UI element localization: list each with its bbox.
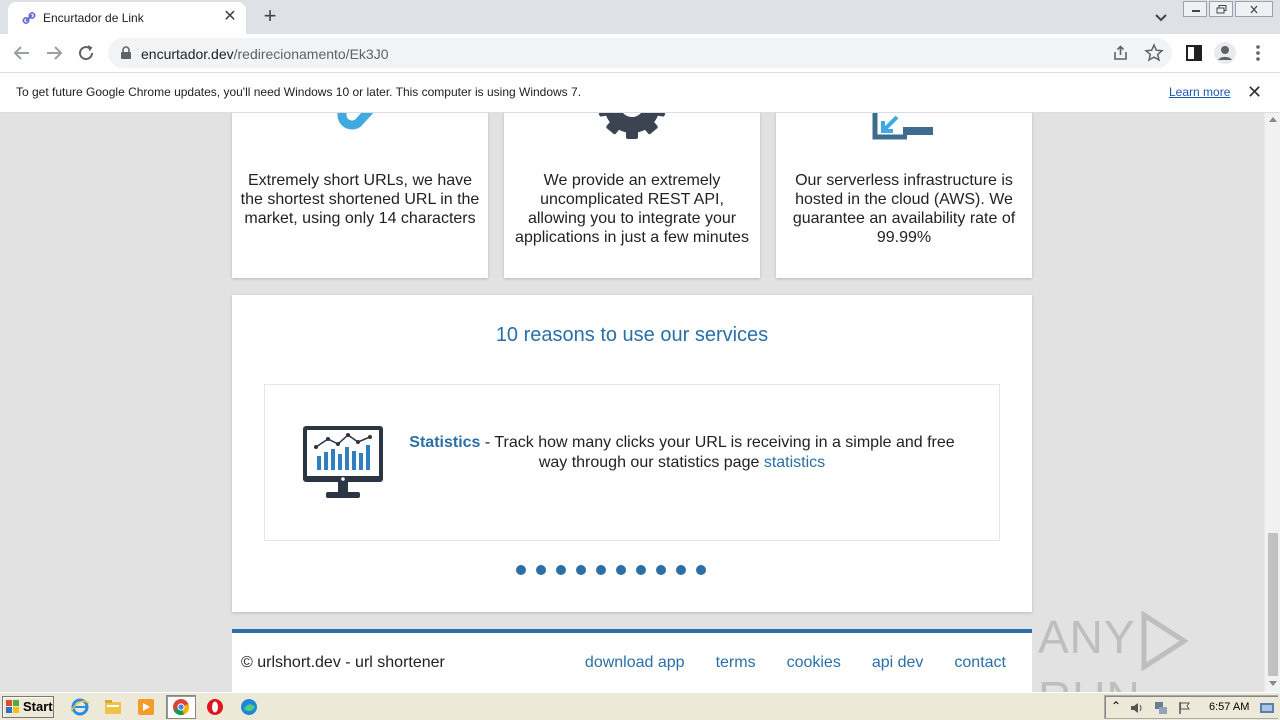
chevron-down-icon[interactable] [1150,6,1172,28]
feature-text: We provide an extremely uncomplicated RE… [515,172,749,246]
clock: 6:57 AM [1209,701,1250,713]
forward-icon[interactable] [42,41,66,65]
system-tray: ⌃ 6:57 AM [1104,695,1278,719]
address-bar[interactable]: encurtador.dev/redirecionamento/Ek3J0 [108,38,1172,68]
learn-more-link[interactable]: Learn more [1169,85,1230,99]
close-window-button[interactable] [1235,1,1273,17]
update-infobar: To get future Google Chrome updates, you… [0,72,1280,113]
footer-link-terms[interactable]: terms [716,654,756,671]
carousel-slide: Statistics - Track how many clicks your … [264,384,1000,541]
url-domain: encurtador.dev [141,46,234,62]
close-icon [1250,5,1258,14]
media-player-icon[interactable] [136,697,156,717]
browser-toolbar: encurtador.dev/redirecionamento/Ek3J0 [0,34,1280,72]
restore-icon [1216,5,1227,14]
minimize-button[interactable] [1183,1,1207,17]
carousel-dot[interactable] [516,565,526,575]
watermark-right: RUN [1038,672,1141,692]
tab-close-icon[interactable]: ✕ [220,7,240,27]
watermark-left: ANY [1038,611,1136,663]
minimize-icon [1192,10,1200,12]
carousel-dot[interactable] [616,565,626,575]
action-center-flag-icon[interactable] [1177,700,1193,716]
opera-icon[interactable] [205,697,225,717]
side-panel-icon[interactable] [1182,41,1206,65]
feature-text: Our serverless infrastructure is hosted … [792,172,1016,246]
menu-kebab-icon[interactable] [1246,41,1270,65]
copyright-text: © urlshort.dev - url shortener [241,654,445,671]
lock-icon[interactable] [120,46,132,60]
infobar-close-icon[interactable]: ✕ [1247,83,1262,101]
start-button[interactable]: Start [2,696,54,718]
restore-button[interactable] [1209,1,1233,17]
feature-card-rest-api: We provide an extremely uncomplicated RE… [504,113,760,278]
chrome-icon [173,699,190,716]
file-explorer-icon[interactable] [103,697,123,717]
feature-card-serverless: Our serverless infrastructure is hosted … [776,113,1032,278]
slide-lead: Statistics [409,434,481,451]
carousel-dot[interactable] [676,565,686,575]
tab-strip: Encurtador de Link ✕ + [0,0,1280,34]
url-path: /redirecionamento/Ek3J0 [233,46,389,62]
reload-icon[interactable] [74,41,98,65]
network-icon[interactable] [1153,700,1169,716]
scroll-up-arrow-icon[interactable] [1269,117,1277,122]
carousel-dot[interactable] [656,565,666,575]
footer-links: download app terms cookies api dev contact [554,654,1006,672]
cloud-server-icon [869,113,939,140]
page-viewport: Extremely short URLs, we have the shorte… [0,113,1264,692]
windows-flag-icon [6,700,19,713]
scroll-down-arrow-icon[interactable] [1269,681,1277,686]
chrome-taskbar-button[interactable] [166,695,196,719]
link-icon [337,113,374,130]
monitor-chart-icon [303,426,383,498]
carousel-dot[interactable] [636,565,646,575]
page-footer: © urlshort.dev - url shortener download … [232,629,1032,692]
feature-text: Extremely short URLs, we have the shorte… [240,172,480,227]
show-desktop-icon[interactable] [1259,700,1275,716]
gear-icon [597,113,667,139]
carousel-dot[interactable] [696,565,706,575]
footer-link-contact[interactable]: contact [954,654,1006,671]
feature-card-short-urls: Extremely short URLs, we have the shorte… [232,113,488,278]
windows-taskbar: Start ⌃ 6:57 AM [0,692,1280,720]
footer-link-api-dev[interactable]: api dev [872,654,924,671]
browser-tab[interactable]: Encurtador de Link ✕ [8,2,246,34]
section-title: 10 reasons to use our services [495,324,769,346]
back-icon[interactable] [10,41,34,65]
carousel-dot[interactable] [596,565,606,575]
vertical-scrollbar[interactable] [1264,113,1280,692]
footer-link-cookies[interactable]: cookies [787,654,841,671]
start-label: Start [23,699,53,714]
carousel-dot[interactable] [576,565,586,575]
volume-icon[interactable] [1129,700,1145,716]
internet-explorer-icon[interactable] [70,697,90,717]
anyrun-watermark: ANY RUN [1038,610,1264,692]
infobar-message: To get future Google Chrome updates, you… [16,85,582,99]
reasons-section: 10 reasons to use our services Statistic… [232,295,1032,612]
url-text[interactable]: encurtador.dev/redirecionamento/Ek3J0 [141,46,389,62]
carousel-dot[interactable] [536,565,546,575]
play-logo-icon [1141,610,1189,672]
footer-link-download-app[interactable]: download app [585,654,685,671]
statistics-link[interactable]: statistics [764,454,825,471]
edge-icon[interactable] [239,697,259,717]
share-icon[interactable] [1112,44,1130,62]
bookmark-star-icon[interactable] [1144,43,1164,63]
profile-avatar-icon[interactable] [1213,41,1237,65]
carousel-dots [516,565,716,575]
link-favicon-icon [22,11,36,25]
new-tab-button[interactable]: + [258,4,282,28]
tab-title: Encurtador de Link [43,11,144,25]
carousel-dot[interactable] [556,565,566,575]
slide-text: - Track how many clicks your URL is rece… [480,434,955,471]
slide-description: Statistics - Track how many clicks your … [399,433,965,473]
scrollbar-thumb[interactable] [1268,533,1278,676]
tray-expand-icon[interactable]: ⌃ [1111,699,1121,713]
